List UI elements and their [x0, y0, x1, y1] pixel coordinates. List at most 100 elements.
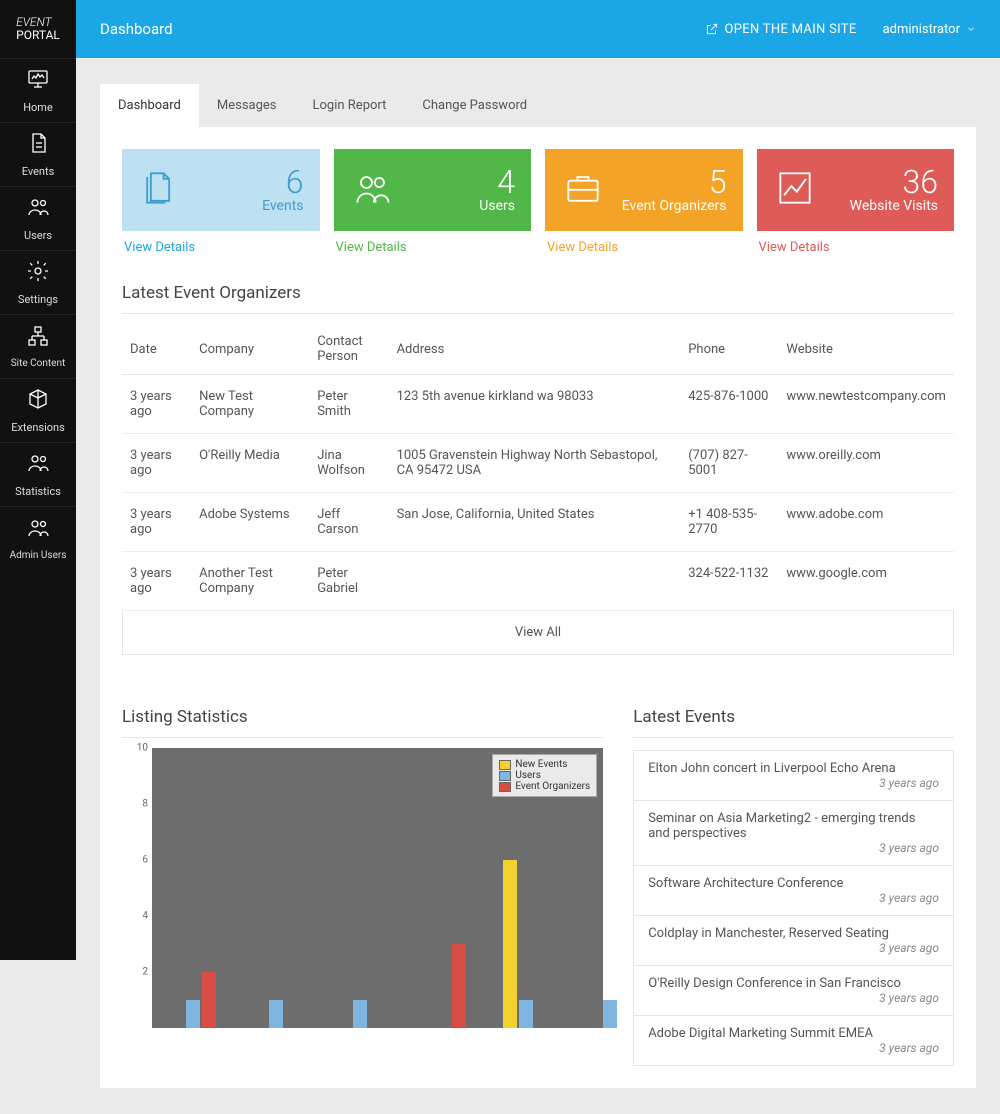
cell-date: 3 years ago	[122, 493, 191, 552]
th-person: Contact Person	[309, 324, 388, 375]
nav-statistics[interactable]: Statistics	[0, 442, 76, 506]
users-icon	[350, 166, 394, 214]
tab-messages[interactable]: Messages	[199, 84, 295, 127]
chart-bar	[503, 860, 517, 1028]
nav-site-content[interactable]: Site Content	[0, 314, 76, 378]
brand-line1: EVENT	[16, 15, 51, 29]
cell-person: Jeff Carson	[309, 493, 388, 552]
tab-login-report[interactable]: Login Report	[295, 84, 405, 127]
nav-label: Admin Users	[10, 550, 67, 561]
nav-label: Site Content	[11, 358, 66, 369]
event-item[interactable]: Coldplay in Manchester, Reserved Seating…	[633, 916, 954, 966]
y-tick: 6	[142, 855, 148, 866]
lower-row: Listing Statistics 246810 New Events Use…	[122, 679, 954, 1066]
view-details-link[interactable]: View Details	[334, 231, 532, 255]
user-label: administrator	[883, 22, 960, 37]
nav-label: Events	[22, 165, 55, 178]
cell-date: 3 years ago	[122, 375, 191, 434]
divider	[122, 313, 954, 314]
chart-bar	[202, 972, 216, 1028]
cell-address: 1005 Gravenstein Highway North Sebastopo…	[389, 434, 681, 493]
documents-icon	[138, 166, 182, 214]
th-website: Website	[778, 324, 954, 375]
legend-swatch	[499, 782, 511, 792]
tab-change-password[interactable]: Change Password	[404, 84, 545, 127]
chart-bar	[353, 1000, 367, 1028]
card-organizers-body: 5 Event Organizers	[545, 149, 743, 231]
card-number: 6	[262, 166, 303, 198]
latest-events-list: Elton John concert in Liverpool Echo Are…	[633, 750, 954, 1066]
chart-bar	[269, 1000, 283, 1028]
users-icon	[26, 451, 50, 479]
events-column: Latest Events Elton John concert in Live…	[633, 679, 954, 1066]
cell-person: Peter Smith	[309, 375, 388, 434]
user-menu[interactable]: administrator	[883, 22, 976, 37]
page-title: Dashboard	[100, 20, 173, 38]
cell-company: Another Test Company	[191, 552, 309, 611]
cell-address	[389, 552, 681, 611]
view-all-button[interactable]: View All	[122, 611, 954, 655]
card-number: 4	[479, 166, 515, 198]
nav-admin-users[interactable]: Admin Users	[0, 506, 76, 570]
chevron-down-icon	[966, 24, 976, 34]
card-label: Users	[479, 198, 515, 214]
event-ago: 3 years ago	[648, 941, 939, 955]
view-details-link[interactable]: View Details	[545, 231, 743, 255]
tab-dashboard[interactable]: Dashboard	[100, 84, 199, 127]
nav-label: Settings	[18, 293, 58, 306]
stats-title: Listing Statistics	[122, 707, 603, 727]
legend-label: Event Organizers	[515, 781, 590, 792]
cell-phone: 425-876-1000	[680, 375, 778, 434]
event-title: Seminar on Asia Marketing2 - emerging tr…	[648, 811, 915, 841]
event-ago: 3 years ago	[648, 776, 939, 790]
event-ago: 3 years ago	[648, 991, 939, 1005]
event-item[interactable]: Software Architecture Conference3 years …	[633, 866, 954, 916]
cell-website: www.oreilly.com	[778, 434, 954, 493]
cell-website: www.google.com	[778, 552, 954, 611]
sitemap-icon	[26, 324, 50, 352]
cell-date: 3 years ago	[122, 552, 191, 611]
event-item[interactable]: Seminar on Asia Marketing2 - emerging tr…	[633, 801, 954, 866]
view-details-link[interactable]: View Details	[757, 231, 955, 255]
nav-users[interactable]: Users	[0, 186, 76, 250]
stats-column: Listing Statistics 246810 New Events Use…	[122, 679, 603, 1028]
event-item[interactable]: Adobe Digital Marketing Summit EMEA3 yea…	[633, 1016, 954, 1066]
table-row: 3 years agoAdobe SystemsJeff CarsonSan J…	[122, 493, 954, 552]
card-visits: 36 Website Visits View Details	[757, 149, 955, 255]
brand-logo: EVENT PORTAL	[0, 0, 76, 58]
event-title: Coldplay in Manchester, Reserved Seating	[648, 926, 889, 941]
card-label: Events	[262, 198, 303, 214]
th-phone: Phone	[680, 324, 778, 375]
nav-settings[interactable]: Settings	[0, 250, 76, 314]
external-link-icon	[705, 22, 719, 36]
cell-website: www.adobe.com	[778, 493, 954, 552]
y-tick: 2	[142, 967, 148, 978]
card-visits-body: 36 Website Visits	[757, 149, 955, 231]
cell-company: New Test Company	[191, 375, 309, 434]
cell-website: www.newtestcompany.com	[778, 375, 954, 434]
event-title: Adobe Digital Marketing Summit EMEA	[648, 1026, 873, 1041]
card-number: 36	[850, 166, 938, 198]
legend-swatch	[499, 760, 511, 770]
th-date: Date	[122, 324, 191, 375]
event-item[interactable]: Elton John concert in Liverpool Echo Are…	[633, 750, 954, 801]
organizers-title: Latest Event Organizers	[122, 283, 954, 303]
chart-bar	[186, 1000, 200, 1028]
y-tick: 4	[142, 911, 148, 922]
open-main-site-link[interactable]: OPEN THE MAIN SITE	[705, 22, 857, 37]
nav-events[interactable]: Events	[0, 122, 76, 186]
legend-swatch	[499, 771, 511, 781]
chart-bar	[519, 1000, 533, 1028]
topbar: Dashboard OPEN THE MAIN SITE administrat…	[76, 0, 1000, 58]
tabs: Dashboard Messages Login Report Change P…	[100, 84, 976, 127]
nav-home[interactable]: Home	[0, 58, 76, 122]
card-organizers: 5 Event Organizers View Details	[545, 149, 743, 255]
nav-extensions[interactable]: Extensions	[0, 378, 76, 442]
cell-phone: 324-522-1132	[680, 552, 778, 611]
nav-label: Statistics	[15, 485, 61, 498]
view-details-link[interactable]: View Details	[122, 231, 320, 255]
cell-phone: +1 408-535-2770	[680, 493, 778, 552]
event-item[interactable]: O'Reilly Design Conference in San Franci…	[633, 966, 954, 1016]
open-main-site-label: OPEN THE MAIN SITE	[725, 22, 857, 37]
nav-label: Home	[23, 101, 53, 114]
